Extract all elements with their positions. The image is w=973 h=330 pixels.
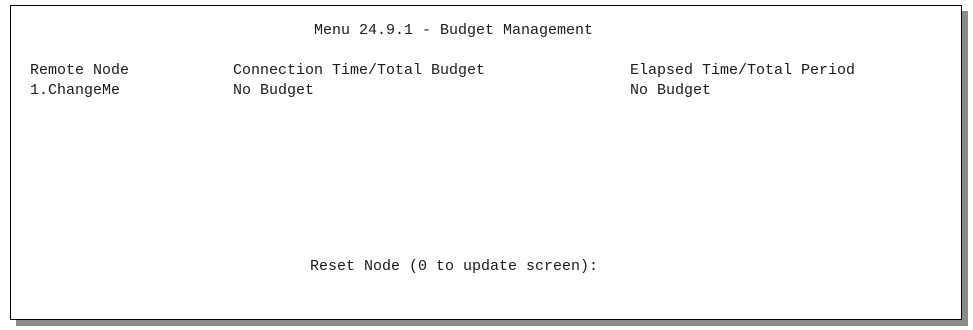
column-header-elapsed-time: Elapsed Time/Total Period bbox=[630, 62, 856, 79]
menu-title: Menu 24.9.1 - Budget Management bbox=[314, 22, 594, 39]
column-header-remote-node: Remote Node bbox=[30, 62, 130, 79]
reset-node-prompt[interactable]: Reset Node (0 to update screen): bbox=[310, 258, 598, 276]
column-header-connection-time: Connection Time/Total Budget bbox=[233, 62, 486, 79]
table-cell-remote-node: 1.ChangeMe bbox=[30, 82, 121, 99]
table-cell-elapsed-time: No Budget bbox=[630, 82, 712, 99]
terminal-screen: Menu 24.9.1 - Budget Management Remote N… bbox=[10, 5, 962, 320]
table-cell-connection-time: No Budget bbox=[233, 82, 315, 99]
